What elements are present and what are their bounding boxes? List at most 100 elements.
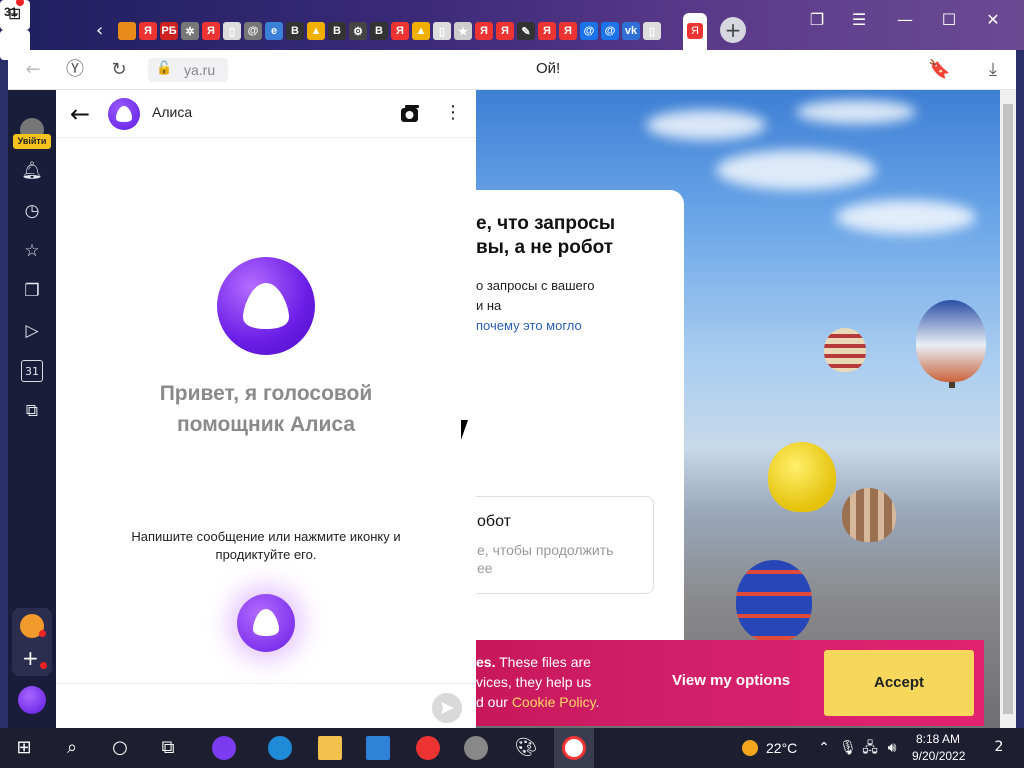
play-icon[interactable]: ▷ (21, 320, 43, 342)
chevron-left-icon[interactable]: ‹ (96, 20, 114, 42)
tab-favicon-icon[interactable]: B (370, 22, 388, 40)
collections-icon[interactable]: ❐ (21, 280, 43, 302)
add-tab-button[interactable]: + (720, 17, 746, 43)
tab-favicon-icon[interactable]: Я (139, 22, 157, 40)
clock-time[interactable]: 8:18 AM (916, 732, 960, 746)
tab-favicon-icon[interactable]: ★ (454, 22, 472, 40)
search-icon[interactable]: ⌕ (60, 736, 84, 760)
alice-sidebar-icon[interactable] (18, 686, 46, 714)
bookmark-icon[interactable]: 🔖 (928, 59, 950, 81)
minimize-icon[interactable]: — (894, 10, 916, 30)
paint-icon[interactable]: 🎨︎ (514, 736, 538, 760)
yandex-tab-icon: Я (687, 23, 703, 39)
alice-logo (217, 257, 315, 355)
maximize-icon[interactable]: ☐ (938, 10, 960, 30)
chevron-up-icon[interactable]: ⌃ (812, 736, 836, 760)
accept-button[interactable]: Accept (824, 650, 974, 716)
tab-favicon-icon[interactable]: @ (601, 22, 619, 40)
url-field[interactable]: 🔓 ya.ru (148, 58, 228, 82)
tab-favicon-icon[interactable]: Я (202, 22, 220, 40)
app-icon[interactable] (464, 736, 488, 760)
reload-icon[interactable]: ↻ (108, 59, 130, 81)
cookie-policy-link[interactable]: Cookie Policy (512, 694, 596, 710)
tab-favicon-icon[interactable]: Я (538, 22, 556, 40)
tab-favicon-icon[interactable] (118, 22, 136, 40)
task-view-icon[interactable]: ⧉ (156, 736, 180, 760)
network-icon[interactable]: 🖧︎ (858, 736, 882, 760)
tab-favicon-icon[interactable]: PБ (160, 22, 178, 40)
why-link[interactable]: почему это могло (476, 318, 582, 333)
alice-title: Алиса (152, 104, 193, 120)
browser-sidebar: Увійти 🔔︎ ◷ ☆ ❐ ▷ 31 ⧉ + (8, 90, 56, 728)
tab-favicon-icon[interactable]: vk (622, 22, 640, 40)
more-vertical-icon[interactable]: ⋮ (444, 102, 462, 124)
login-button[interactable]: Увійти (13, 134, 51, 149)
tab-favicon-icon[interactable]: Я (559, 22, 577, 40)
tab-favicon-icon[interactable]: ▯ (643, 22, 661, 40)
scrollbar-thumb[interactable] (1003, 104, 1013, 714)
send-icon[interactable] (432, 693, 462, 723)
tab-favicon-icon[interactable]: ⚙ (349, 22, 367, 40)
yandex-icon[interactable] (416, 736, 440, 760)
clock-date[interactable]: 9/20/2022 (912, 749, 965, 763)
tab-favicon-icon[interactable]: ▲ (412, 22, 430, 40)
captcha-description: о запросы с вашего и на почему это могло (476, 278, 595, 333)
download-icon[interactable]: ⤓ (982, 59, 1004, 81)
windows-start-icon[interactable]: ⊞ (12, 736, 36, 760)
back-icon[interactable]: ← (22, 59, 44, 81)
weather-temperature[interactable]: 22°C (766, 740, 797, 756)
page-title: Ой! (536, 60, 561, 77)
close-icon[interactable]: ✕ (982, 10, 1004, 30)
history-icon[interactable]: ◷ (21, 200, 43, 222)
alice-taskbar-icon[interactable] (212, 736, 236, 760)
weather-icon[interactable] (742, 740, 758, 756)
back-arrow-icon[interactable]: ← (70, 100, 90, 128)
bell-icon[interactable]: 🔔︎ (21, 160, 43, 182)
tab-favicon-icon[interactable]: @ (580, 22, 598, 40)
robot-subtitle: е, чтобы продолжить ее (477, 542, 614, 576)
view-options-button[interactable]: View my options (672, 672, 790, 689)
tab-favicon-icon[interactable]: ▲ (307, 22, 325, 40)
volume-icon[interactable]: 🔊︎ (880, 736, 904, 760)
tab-favicon-icon[interactable]: Я (391, 22, 409, 40)
tab-favicon-icon[interactable]: ▯ (223, 22, 241, 40)
camera-icon[interactable] (398, 102, 422, 126)
cortana-icon[interactable]: ○ (108, 736, 132, 760)
store-icon[interactable] (366, 736, 390, 760)
alice-logo-icon (243, 283, 289, 329)
tab-favicon-icon[interactable]: ✲ (181, 22, 199, 40)
tab-favicon-icon[interactable]: B (328, 22, 346, 40)
add-app-icon[interactable]: + (22, 646, 39, 670)
yandex-browser-taskbar-button[interactable] (554, 728, 594, 768)
menu-icon[interactable]: ☰ (848, 10, 870, 30)
page-scrollbar[interactable] (1000, 90, 1016, 728)
robot-title: обот (477, 513, 511, 530)
yandex-logo-icon[interactable]: Ⓨ (64, 59, 86, 81)
notifications-icon[interactable]: 2 (988, 736, 1010, 758)
calendar-icon[interactable]: 31 (21, 360, 43, 382)
file-explorer-icon[interactable] (318, 736, 342, 760)
microphone-icon[interactable]: 🎙︎ (836, 736, 860, 760)
tab-favicon-icon[interactable]: B (286, 22, 304, 40)
alice-voice-button[interactable] (237, 594, 295, 652)
active-tab[interactable]: Я (683, 13, 707, 50)
alice-logo-icon (253, 609, 279, 636)
yandex-browser-icon (562, 736, 586, 760)
lock-icon[interactable]: 🔓 (156, 61, 172, 76)
message-input[interactable] (66, 688, 426, 722)
collections-icon[interactable]: ❐ (806, 10, 828, 30)
tab-favicon-icon[interactable]: ✎ (517, 22, 535, 40)
star-icon[interactable]: ☆ (21, 240, 43, 262)
captcha-title: е, что запросы вы, а не робот (476, 213, 616, 258)
address-bar: ← Ⓨ ↻ 🔓 ya.ru Ой! 🔖 ⤓ (8, 50, 1016, 90)
tab-favicon-icon[interactable]: Я (496, 22, 514, 40)
screenshot-icon[interactable]: ⧉ (21, 400, 43, 422)
not-robot-checkbox[interactable]: обот е, чтобы продолжить ее (476, 496, 654, 594)
alice-logo-icon (116, 106, 132, 122)
new-tab-icon: ⊞ (8, 4, 22, 23)
tab-favicon-icon[interactable]: @ (244, 22, 262, 40)
tab-favicon-icon[interactable]: ▯ (433, 22, 451, 40)
tab-favicon-icon[interactable]: e (265, 22, 283, 40)
edge-icon[interactable] (268, 736, 292, 760)
tab-favicon-icon[interactable]: Я (475, 22, 493, 40)
